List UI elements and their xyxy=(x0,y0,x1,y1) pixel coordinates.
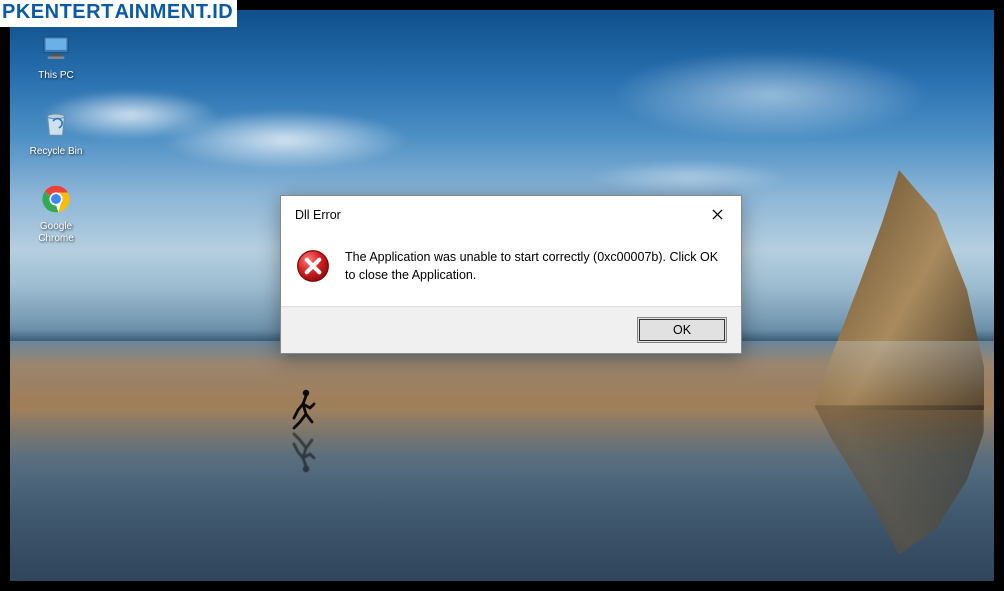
this-pc-icon xyxy=(38,30,74,66)
cloud-decoration xyxy=(160,110,410,170)
watermark-text: PKENTERT xyxy=(2,1,114,23)
desktop-frame: This PC Recycle Bin xyxy=(10,10,994,581)
runner-reflection xyxy=(288,432,318,474)
chrome-icon xyxy=(38,181,74,217)
ok-button[interactable]: OK xyxy=(637,317,727,343)
runner-silhouette xyxy=(288,388,318,430)
cloud-decoration xyxy=(610,50,930,140)
error-icon xyxy=(295,248,331,284)
close-button[interactable] xyxy=(703,204,731,226)
desktop-icons-area: This PC Recycle Bin xyxy=(24,30,88,244)
watermark-overlay: PKENTERTAINMENT.ID xyxy=(0,0,237,27)
cloud-decoration xyxy=(590,160,790,195)
dialog-titlebar[interactable]: Dll Error xyxy=(281,196,741,232)
close-icon xyxy=(712,207,723,224)
dialog-body: The Application was unable to start corr… xyxy=(281,232,741,306)
watermark-text: INMENT.ID xyxy=(129,1,234,23)
desktop-icon-label: Google Chrome xyxy=(38,221,74,244)
desktop-icon-recycle-bin[interactable]: Recycle Bin xyxy=(24,106,88,158)
dialog-message: The Application was unable to start corr… xyxy=(345,248,723,284)
desktop-icon-label: This PC xyxy=(38,70,74,82)
dialog-footer: OK xyxy=(281,306,741,353)
dialog-title: Dll Error xyxy=(295,208,341,222)
desktop-icon-label: Recycle Bin xyxy=(30,146,83,158)
desktop-icon-this-pc[interactable]: This PC xyxy=(24,30,88,82)
desktop-icon-google-chrome[interactable]: Google Chrome xyxy=(24,181,88,244)
error-dialog: Dll Error xyxy=(280,195,742,354)
watermark-flip-char: A xyxy=(114,1,129,24)
recycle-bin-icon xyxy=(38,106,74,142)
